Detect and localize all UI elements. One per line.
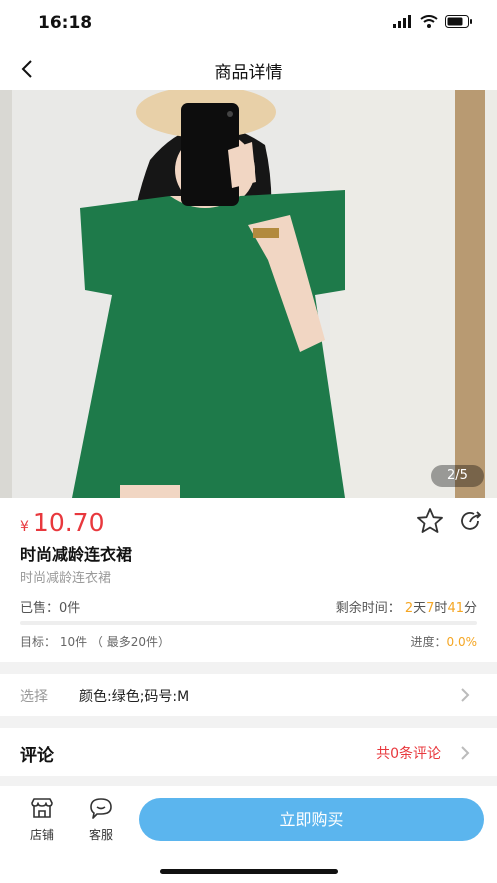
sold-value: 0件 [59, 601, 81, 616]
spec-select-row[interactable]: 选择 颜色:绿色;码号:M [0, 674, 497, 716]
remaining-minutes: 41 [447, 601, 464, 616]
product-image-gallery[interactable]: 2/5 [0, 90, 497, 498]
favorite-button[interactable] [416, 507, 444, 535]
chat-icon [90, 798, 112, 819]
customer-service-button[interactable]: 客服 [79, 797, 123, 843]
chevron-right-icon [461, 688, 470, 702]
remaining-label: 剩余时间： [335, 601, 401, 616]
wifi-icon [420, 15, 438, 28]
currency-symbol: ¥ [20, 519, 29, 535]
sold-count: 已售：0件 [20, 597, 80, 616]
shop-button[interactable]: 店铺 [20, 797, 64, 843]
product-subtitle: 时尚减龄连衣裙 [20, 571, 112, 586]
progress-text: 进度：0.0% [410, 633, 477, 650]
image-counter: 2/5 [431, 465, 484, 487]
product-photo [0, 90, 497, 498]
reviews-count: 共0条评论 [376, 746, 441, 762]
star-icon [417, 508, 443, 533]
signal-icon [393, 15, 411, 28]
status-time: 16:18 [38, 13, 93, 33]
price-value: 10.70 [32, 508, 105, 537]
home-indicator[interactable] [160, 869, 338, 874]
status-bar: 16:18 [0, 0, 497, 48]
product-info: ¥ 10.70 时尚减龄连衣裙 时尚减龄连衣裙 已售：0件 剩余时间： 2天7时… [0, 498, 497, 662]
bottom-action-bar: 店铺 客服 立即购买 [0, 786, 497, 883]
product-title: 时尚减龄连衣裙 [20, 545, 133, 564]
page-title: 商品详情 [214, 63, 283, 83]
select-value: 颜色:绿色;码号:M [79, 689, 190, 705]
share-icon [461, 511, 482, 530]
progress-bar [20, 621, 477, 625]
target-text: 目标： 10件 （ 最多20件） [20, 635, 170, 649]
reviews-title: 评论 [20, 746, 54, 766]
progress-label: 进度： [410, 635, 447, 649]
buy-now-button[interactable]: 立即购买 [139, 798, 484, 841]
days-unit: 天 [413, 601, 427, 616]
chevron-right-icon [461, 746, 470, 760]
progress-value: 0.0% [446, 635, 478, 649]
hours-unit: 时 [434, 601, 448, 616]
minutes-unit: 分 [463, 601, 477, 616]
reviews-row[interactable]: 评论 共0条评论 [0, 728, 497, 776]
service-label: 客服 [88, 828, 113, 842]
remaining-days: 2 [404, 601, 414, 616]
select-label: 选择 [20, 689, 48, 705]
sold-label: 已售： [20, 601, 60, 616]
shop-icon [31, 798, 53, 818]
nav-bar: 商品详情 [0, 48, 497, 90]
price: ¥ 10.70 [20, 508, 105, 537]
shop-label: 店铺 [29, 828, 54, 842]
share-button[interactable] [458, 508, 484, 534]
remaining-time: 剩余时间： 2天7时41分 [336, 597, 477, 616]
status-icons [393, 15, 473, 28]
battery-icon [445, 15, 472, 28]
